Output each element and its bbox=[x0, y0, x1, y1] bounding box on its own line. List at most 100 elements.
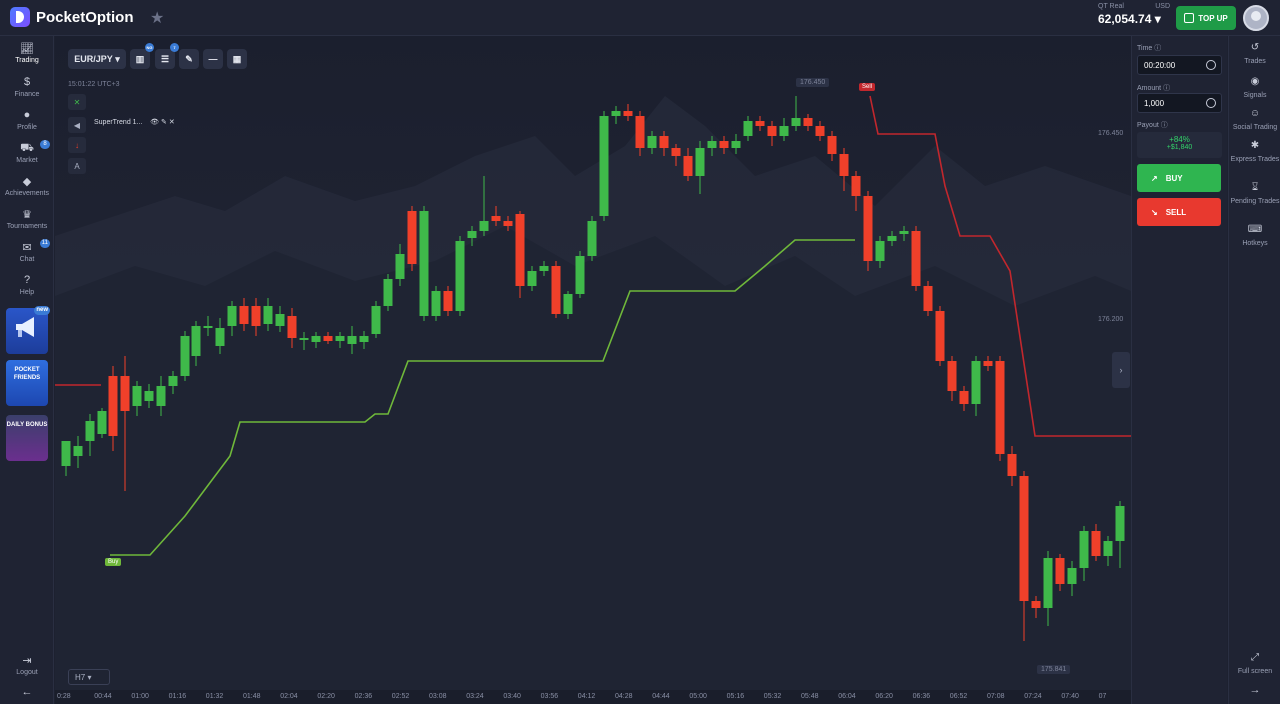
candle-body bbox=[443, 291, 453, 311]
eye-icon[interactable]: 👁︎ bbox=[150, 119, 159, 126]
collapse-arrow-icon[interactable]: ← bbox=[0, 686, 54, 698]
time-tick: 07:24 bbox=[1024, 693, 1042, 700]
brush-icon: ✎ bbox=[185, 53, 193, 64]
expand-icon[interactable]: ✕ bbox=[68, 94, 86, 110]
time-tick: 03:08 bbox=[429, 693, 447, 700]
candle-body bbox=[191, 326, 201, 356]
drawing-button[interactable]: ✎ bbox=[179, 49, 199, 69]
chart-area[interactable]: EUR/JPY ▾ ▥ NG ☰ 7 ✎ — ▦ 15:01:22 UTC+3 ✕ … bbox=[55, 36, 1131, 690]
right-nav-label: Pending Trades bbox=[1230, 198, 1280, 205]
buy-button[interactable]: ↗ BUY bbox=[1137, 164, 1221, 192]
dollar-icon bbox=[1206, 98, 1216, 108]
amount-label: Amount ⓘ bbox=[1137, 85, 1171, 92]
time-tick: 0:28 bbox=[57, 693, 71, 700]
logo[interactable]: PocketOption bbox=[10, 7, 134, 27]
expand-right-icon[interactable]: › bbox=[1112, 352, 1130, 388]
indicator-legend[interactable]: SuperTrend 1... 👁︎ ✎ ✕ bbox=[94, 118, 175, 126]
logout-button[interactable]: ⇥ Logout bbox=[0, 654, 54, 676]
sliders-icon: ☰ bbox=[160, 53, 170, 64]
right-nav-social[interactable]: ☺ Social Trading bbox=[1229, 109, 1280, 132]
indicators-button[interactable]: ☰ 7 bbox=[155, 43, 179, 69]
minus-icon: — bbox=[208, 54, 218, 64]
candle-body bbox=[551, 266, 561, 314]
fullscreen-icon: ⤢ bbox=[1251, 652, 1259, 663]
sidebar-item-label: Profile bbox=[17, 124, 37, 131]
pair-selector[interactable]: EUR/JPY ▾ bbox=[68, 49, 126, 69]
right-sidebar: ↺ Trades ◉ Signals ☺ Social Trading ✱ Expres… bbox=[1228, 36, 1280, 704]
candle-body bbox=[239, 306, 249, 324]
sidebar-item-market[interactable]: ⛟ Market 8 bbox=[0, 140, 54, 164]
time-tick: 01:16 bbox=[168, 693, 187, 700]
candle-body bbox=[947, 361, 957, 391]
sidebar-item-label: Trading bbox=[15, 57, 39, 64]
right-nav-pending[interactable]: ⌛︎ Pending Trades bbox=[1229, 183, 1280, 206]
arrow-right-icon[interactable]: → bbox=[1229, 685, 1280, 696]
chart-type-button[interactable]: ▥ NG bbox=[130, 43, 154, 69]
right-nav-express[interactable]: ✱ Express Trades bbox=[1229, 141, 1280, 164]
candle-body bbox=[731, 141, 741, 148]
candle-body bbox=[431, 291, 441, 316]
payout-label: Payout ⓘ bbox=[1137, 122, 1168, 129]
sidebar-item-help[interactable]: ? Help bbox=[0, 274, 54, 296]
right-nav-label: Express Trades bbox=[1230, 156, 1280, 163]
candle-body bbox=[1019, 476, 1029, 601]
candle-body bbox=[335, 336, 345, 341]
candle-body bbox=[455, 241, 465, 311]
candle-body bbox=[120, 376, 130, 411]
time-tick: 07 bbox=[1098, 693, 1107, 700]
down-arrow-icon[interactable]: ↓ bbox=[68, 137, 86, 153]
collapse-left-icon[interactable]: ◀ bbox=[68, 117, 86, 133]
top-up-button[interactable]: TOP UP bbox=[1176, 6, 1236, 30]
sidebar-item-label: Achievements bbox=[5, 190, 49, 197]
bar-chart-icon: ▥ bbox=[135, 53, 145, 64]
candle-body bbox=[683, 156, 693, 176]
candle-body bbox=[863, 196, 873, 261]
right-nav-label: Hotkeys bbox=[1242, 240, 1268, 247]
layout-button[interactable]: ▦ bbox=[227, 49, 247, 69]
favorite-star-icon[interactable]: ★ bbox=[150, 8, 164, 28]
top-up-label: TOP UP bbox=[1198, 13, 1228, 23]
edit-icon[interactable]: ✎ bbox=[161, 119, 167, 126]
avatar[interactable] bbox=[1243, 5, 1269, 31]
candle-body bbox=[491, 216, 501, 221]
sidebar-item-finance[interactable]: $ Finance bbox=[0, 76, 54, 98]
sidebar-item-profile[interactable]: ● Profile bbox=[0, 109, 54, 131]
sidebar-item-achievements[interactable]: ◆ Achievements bbox=[0, 175, 54, 197]
right-nav-hotkeys[interactable]: ⌨ Hotkeys bbox=[1229, 225, 1280, 248]
sidebar-item-label: Chat bbox=[19, 256, 35, 263]
timeframe-selector[interactable]: H7 ▾ bbox=[68, 669, 110, 685]
candle-body bbox=[899, 231, 909, 234]
candle-body bbox=[827, 136, 837, 154]
candle-body bbox=[227, 306, 237, 326]
account-selector[interactable]: QT Real USD 62,054.74 ▾ bbox=[1098, 3, 1170, 26]
time-input[interactable]: 00:20:00 bbox=[1137, 55, 1222, 75]
promo-daily-bonus[interactable]: DAILY BONUS bbox=[6, 415, 48, 461]
sidebar-item-chat[interactable]: ✉ Chat 11 bbox=[0, 239, 54, 263]
line-tool-button[interactable]: — bbox=[203, 49, 223, 69]
candle-body bbox=[707, 141, 717, 148]
sidebar-item-label: Help bbox=[19, 289, 35, 296]
candle-body bbox=[791, 118, 801, 126]
pair-label: EUR/JPY bbox=[74, 54, 113, 64]
right-nav-trades[interactable]: ↺ Trades bbox=[1229, 43, 1280, 66]
time-tick: 02:52 bbox=[391, 693, 410, 700]
promo-banner-megaphone[interactable]: new bbox=[6, 306, 50, 354]
promo-pocket-friends[interactable]: POCKET FRIENDS bbox=[6, 360, 48, 406]
sell-button[interactable]: ↘ SELL bbox=[1137, 198, 1221, 226]
low-price-label: 175.841 bbox=[1037, 665, 1071, 674]
right-nav-signals[interactable]: ◉ Signals bbox=[1229, 77, 1280, 100]
candle-body bbox=[647, 136, 657, 148]
candle-body bbox=[479, 221, 489, 231]
amount-input[interactable]: 1,000 bbox=[1137, 93, 1222, 113]
close-icon[interactable]: ✕ bbox=[169, 119, 175, 126]
fullscreen-button[interactable]: ⤢ Full screen bbox=[1229, 652, 1280, 676]
candle-body bbox=[887, 236, 897, 241]
candle-body bbox=[815, 126, 825, 136]
right-nav-label: Social Trading bbox=[1232, 124, 1278, 131]
sidebar-item-tournaments[interactable]: ♛ Tournaments bbox=[0, 208, 54, 230]
account-type: QT Real bbox=[1098, 3, 1124, 10]
buy-label: BUY bbox=[1165, 173, 1183, 183]
text-tool-icon[interactable]: A bbox=[68, 158, 86, 174]
top-bar: PocketOption ★ QT Real USD 62,054.74 ▾ TO… bbox=[0, 0, 1280, 36]
sidebar-item-trading[interactable]: 📈︎ Trading bbox=[0, 42, 54, 64]
